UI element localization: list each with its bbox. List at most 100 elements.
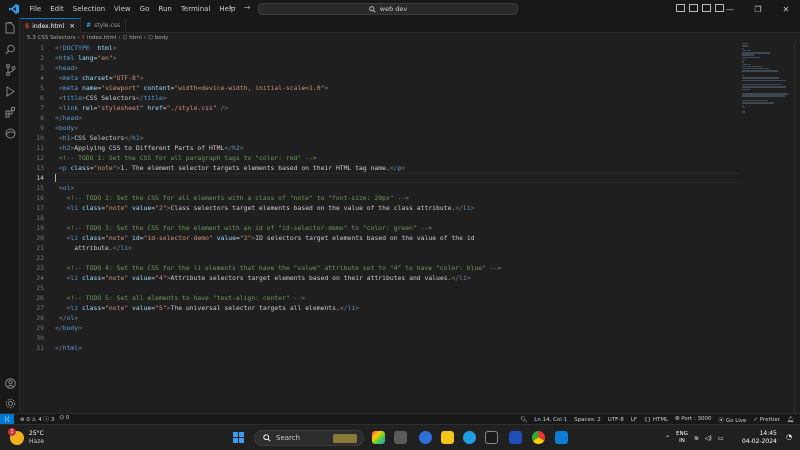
code-line[interactable]: </body>: [55, 323, 740, 333]
go-live-button[interactable]: ⦿ Go Live: [719, 416, 747, 424]
close-tab-icon[interactable]: ×: [69, 22, 75, 30]
menu-view[interactable]: View: [110, 5, 136, 13]
problems-indicator[interactable]: ⊗ 0 ⚠ 4 ⓘ 3: [20, 415, 54, 423]
code-token: </: [389, 164, 398, 172]
code-line[interactable]: <meta charset="UTF-8">: [55, 73, 740, 83]
edge-devtools-icon[interactable]: [4, 127, 16, 139]
weather-widget[interactable]: 1 25°C Haze: [8, 428, 44, 446]
vscode-taskbar-icon[interactable]: [555, 431, 568, 444]
show-hidden-icons-chevron-icon[interactable]: ⌃: [665, 435, 670, 442]
wifi-icon[interactable]: ≋: [694, 435, 699, 442]
toggle-primary-sidebar-icon[interactable]: [676, 4, 685, 12]
back-arrow-icon[interactable]: ←: [229, 3, 236, 12]
code-line[interactable]: [55, 253, 740, 263]
code-line[interactable]: <h2>Applying CSS to Different Parts of H…: [55, 143, 740, 153]
code-line[interactable]: <meta name="viewport" content="width=dev…: [55, 83, 740, 93]
end-of-line[interactable]: LF: [631, 417, 637, 423]
code-line[interactable]: </head>: [55, 113, 740, 123]
zoom-icon[interactable]: 🔍︎: [520, 417, 527, 423]
extensions-icon[interactable]: [4, 106, 16, 118]
file-explorer-icon[interactable]: [441, 431, 454, 444]
store-icon[interactable]: [485, 431, 498, 444]
port-indicator[interactable]: ⦾ Port : 3000: [675, 416, 711, 423]
notifications-bell-icon[interactable]: 🔔︎: [787, 417, 794, 423]
battery-icon[interactable]: ▭: [718, 435, 724, 442]
tab-style-css[interactable]: # style.css: [81, 18, 126, 33]
code-line[interactable]: <li class="note" value="5">The universal…: [55, 303, 740, 313]
encoding[interactable]: UTF-8: [608, 417, 624, 423]
toggle-secondary-sidebar-icon[interactable]: [702, 4, 711, 12]
menu-run[interactable]: Run: [154, 5, 176, 13]
account-icon[interactable]: [4, 377, 16, 389]
close-window-button[interactable]: ✕: [772, 0, 800, 18]
code-line[interactable]: [55, 283, 740, 293]
code-line[interactable]: <!-- TODO 1: Set the CSS for all paragra…: [55, 153, 740, 163]
toggle-panel-icon[interactable]: [689, 4, 698, 12]
code-line[interactable]: [55, 333, 740, 343]
indentation[interactable]: Spaces: 2: [574, 417, 601, 423]
remote-indicator-icon[interactable]: ⟩⟨: [0, 413, 14, 425]
code-line[interactable]: <title>CSS Selectors</title>: [55, 93, 740, 103]
code-line[interactable]: <html lang="en">: [55, 53, 740, 63]
breadcrumb-html[interactable]: html: [129, 35, 142, 41]
menu-terminal[interactable]: Terminal: [176, 5, 215, 13]
code-line[interactable]: </ol>: [55, 313, 740, 323]
command-center-search[interactable]: web dev: [258, 3, 518, 15]
minimize-button[interactable]: —: [716, 0, 744, 18]
taskbar-search[interactable]: Search: [254, 430, 364, 446]
code-line[interactable]: [55, 213, 740, 223]
chrome-icon[interactable]: [532, 431, 545, 444]
input-language[interactable]: ENG IN: [676, 431, 688, 445]
code-line[interactable]: <!-- TODO 2: Set the CSS for all element…: [55, 193, 740, 203]
notification-center-icon[interactable]: ◔: [786, 433, 792, 441]
code-line[interactable]: <!DOCTYPE html>: [55, 43, 740, 53]
code-line[interactable]: <p class="note">1. The element selector …: [55, 163, 740, 173]
code-line[interactable]: <h1>CSS Selectors</h1>: [55, 133, 740, 143]
task-view-icon[interactable]: [394, 431, 407, 444]
edge-browser-icon[interactable]: [463, 431, 476, 444]
source-control-icon[interactable]: [4, 64, 16, 76]
volume-icon[interactable]: ◁): [705, 435, 712, 442]
menu-edit[interactable]: Edit: [46, 5, 69, 13]
code-line[interactable]: <li class="note" id="id-selector-demo" v…: [55, 233, 740, 243]
restore-button[interactable]: ❐: [744, 0, 772, 18]
code-line[interactable]: [55, 173, 740, 183]
breadcrumb-folder[interactable]: 5.3 CSS Selectors: [27, 35, 76, 41]
ports-indicator[interactable]: ⌬ 0: [59, 415, 69, 423]
linkedin-icon[interactable]: [509, 431, 522, 444]
teams-chat-icon[interactable]: [419, 431, 432, 444]
vertical-scrollbar[interactable]: [794, 43, 800, 413]
cursor-position[interactable]: Ln 14, Col 1: [534, 417, 567, 423]
run-debug-icon[interactable]: [4, 85, 16, 97]
start-windows-icon[interactable]: [233, 432, 244, 443]
code-line[interactable]: <!-- TODO 4: Set the CSS for the li elem…: [55, 263, 740, 273]
copilot-icon[interactable]: [372, 431, 385, 444]
code-line[interactable]: <!-- TODO 3: Set the CSS for the element…: [55, 223, 740, 233]
code-line[interactable]: <li class="note" value="2">Class selecto…: [55, 203, 740, 213]
language-mode[interactable]: {} HTML: [644, 417, 668, 423]
code-line[interactable]: <!-- TODO 5: Set all elements to have "t…: [55, 293, 740, 303]
code-lines[interactable]: <!DOCTYPE html> <html lang="en"> <head> <m…: [55, 43, 740, 353]
menu-go[interactable]: Go: [135, 5, 154, 13]
search-icon[interactable]: [4, 43, 16, 55]
breadcrumb-file[interactable]: index.html: [87, 35, 116, 41]
forward-arrow-icon[interactable]: →: [244, 3, 251, 12]
code-line[interactable]: <li class="note" value="4">Attribute sel…: [55, 273, 740, 283]
code-editor[interactable]: 1 2 3 4 5 6 7 8 9 10 11 12 13 14 15 16 17 18 19 20 21 22 23 24 2…: [20, 43, 740, 413]
code-line[interactable]: <ol>: [55, 183, 740, 193]
code-line[interactable]: <head>: [55, 63, 740, 73]
system-clock[interactable]: 14:45 04-02-2024: [742, 430, 777, 446]
code-line[interactable]: </html>: [55, 343, 740, 353]
code-token: value: [132, 304, 152, 312]
manage-gear-icon[interactable]: [4, 397, 16, 409]
menu-file[interactable]: File: [25, 5, 46, 13]
tab-index-html[interactable]: 5 index.html ×: [20, 18, 82, 33]
code-line[interactable]: <body>: [55, 123, 740, 133]
prettier-button[interactable]: ✓ Prettier: [753, 417, 780, 423]
menu-selection[interactable]: Selection: [68, 5, 109, 13]
code-line[interactable]: <link rel="stylesheet" href="./style.css…: [55, 103, 740, 113]
code-line[interactable]: attribute.</li>: [55, 243, 740, 253]
minimap[interactable]: [742, 43, 792, 113]
explorer-icon[interactable]: [4, 22, 16, 34]
breadcrumb-body[interactable]: body: [155, 35, 169, 41]
